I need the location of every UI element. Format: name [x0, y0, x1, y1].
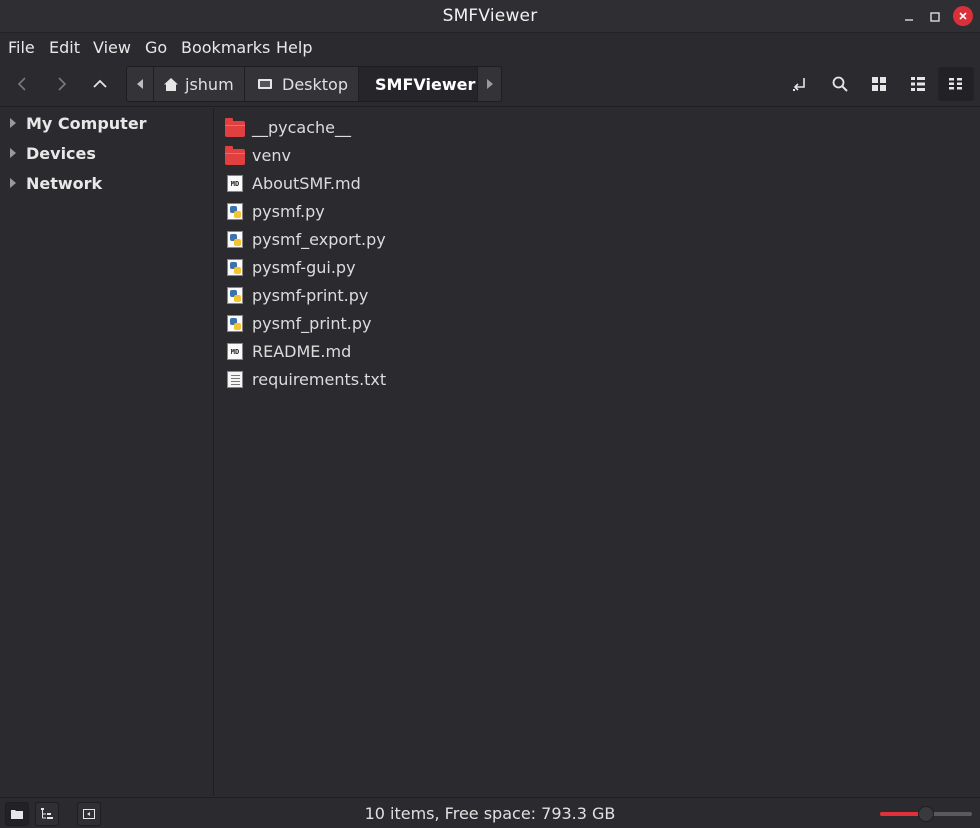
breadcrumb-current-label: SMFViewer: [375, 74, 476, 94]
close-icon: [959, 12, 967, 20]
search-icon: [832, 76, 848, 92]
file-name: pysmf.py: [252, 202, 325, 221]
file-name: pysmf_export.py: [252, 230, 386, 249]
file-list: __pycache__ venv MD AboutSMF.md pysmf.py…: [215, 108, 980, 796]
list-item[interactable]: pysmf.py: [215, 198, 980, 226]
list-view-icon: [911, 77, 925, 91]
menu-help[interactable]: Help: [276, 38, 312, 57]
breadcrumb: jshum Desktop SMFViewer: [126, 66, 502, 102]
list-item[interactable]: pysmf-gui.py: [215, 254, 980, 282]
expand-arrow-icon[interactable]: [10, 118, 16, 128]
minimize-icon: [905, 19, 913, 21]
status-text: 10 items, Free space: 793.3 GB: [364, 804, 616, 823]
file-name: __pycache__: [252, 118, 352, 137]
markdown-file-icon: MD: [225, 343, 245, 361]
expand-arrow-icon[interactable]: [10, 178, 16, 188]
chevron-up-icon: [93, 79, 107, 88]
chevron-left-icon: [17, 77, 26, 91]
list-item[interactable]: __pycache__: [215, 114, 980, 142]
breadcrumb-home[interactable]: jshum: [154, 67, 244, 101]
menu-go[interactable]: Go: [145, 38, 167, 57]
search-button[interactable]: [826, 70, 854, 98]
triangle-right-icon: [486, 79, 493, 89]
file-name: AboutSMF.md: [252, 174, 361, 193]
breadcrumb-desktop[interactable]: Desktop: [245, 67, 358, 101]
python-file-icon: [225, 259, 245, 277]
zoom-slider-handle[interactable]: [918, 806, 934, 822]
file-name: pysmf-print.py: [252, 286, 369, 305]
list-item[interactable]: pysmf-print.py: [215, 282, 980, 310]
python-file-icon: [225, 203, 245, 221]
menu-file[interactable]: File: [8, 38, 35, 57]
list-item[interactable]: MD README.md: [215, 338, 980, 366]
list-item[interactable]: requirements.txt: [215, 366, 980, 394]
compact-view-icon: [949, 78, 962, 90]
maximize-icon: [930, 12, 940, 22]
breadcrumb-desktop-label: Desktop: [282, 74, 348, 94]
list-view-button[interactable]: [904, 70, 932, 98]
folder-icon: [225, 118, 245, 137]
sidebar-item-label: My Computer: [26, 113, 147, 133]
sidebar-item-my-computer[interactable]: My Computer: [0, 110, 214, 136]
window-title: SMFViewer: [442, 6, 538, 26]
breadcrumb-scroll-right-button[interactable]: [478, 67, 501, 101]
breadcrumb-home-label: jshum: [185, 74, 234, 94]
toggle-location-entry-button[interactable]: [786, 70, 814, 98]
sidebar-item-label: Network: [26, 173, 103, 193]
markdown-file-icon: MD: [225, 175, 245, 193]
toolbar: jshum Desktop SMFViewer: [0, 62, 980, 107]
home-icon: [164, 77, 178, 91]
text-file-icon: [225, 371, 245, 389]
file-name: pysmf-gui.py: [252, 258, 356, 277]
list-item[interactable]: pysmf_export.py: [215, 226, 980, 254]
sidebar-item-network[interactable]: Network: [0, 170, 214, 196]
file-name: venv: [252, 146, 291, 165]
grid-view-icon: [872, 77, 886, 91]
breadcrumb-current[interactable]: SMFViewer: [359, 67, 477, 101]
forward-button[interactable]: [47, 70, 75, 98]
breadcrumb-scroll-left-button[interactable]: [127, 67, 153, 101]
triangle-left-icon: [137, 79, 143, 89]
sidebar: My Computer Devices Network: [0, 108, 214, 796]
icon-view-button[interactable]: [865, 70, 893, 98]
title-bar: SMFViewer: [0, 0, 980, 33]
file-name: requirements.txt: [252, 370, 387, 389]
file-name: pysmf_print.py: [252, 314, 372, 333]
sidebar-item-devices[interactable]: Devices: [0, 140, 214, 166]
file-name: README.md: [252, 342, 352, 361]
list-item[interactable]: pysmf_print.py: [215, 310, 980, 338]
list-item[interactable]: venv: [215, 142, 980, 170]
minimize-button[interactable]: [900, 8, 918, 26]
up-button[interactable]: [86, 70, 114, 98]
zoom-slider[interactable]: [880, 806, 972, 822]
sidebar-item-label: Devices: [26, 143, 96, 163]
python-file-icon: [225, 231, 245, 249]
folder-icon: [225, 146, 245, 165]
menu-edit[interactable]: Edit: [49, 38, 80, 57]
python-file-icon: [225, 315, 245, 333]
desktop-icon: [258, 78, 272, 89]
maximize-button[interactable]: [926, 8, 944, 26]
close-button[interactable]: [953, 6, 973, 26]
expand-arrow-icon[interactable]: [10, 148, 16, 158]
status-bar: 10 items, Free space: 793.3 GB: [0, 797, 980, 828]
chevron-right-icon: [58, 77, 67, 91]
menu-bookmarks[interactable]: Bookmarks: [181, 38, 270, 57]
list-item[interactable]: MD AboutSMF.md: [215, 170, 980, 198]
menu-view[interactable]: View: [93, 38, 131, 57]
menu-bar: File Edit View Go Bookmarks Help: [0, 34, 980, 62]
location-entry-icon: [793, 78, 805, 91]
python-file-icon: [225, 287, 245, 305]
back-button[interactable]: [9, 70, 37, 98]
compact-view-button[interactable]: [938, 67, 974, 101]
